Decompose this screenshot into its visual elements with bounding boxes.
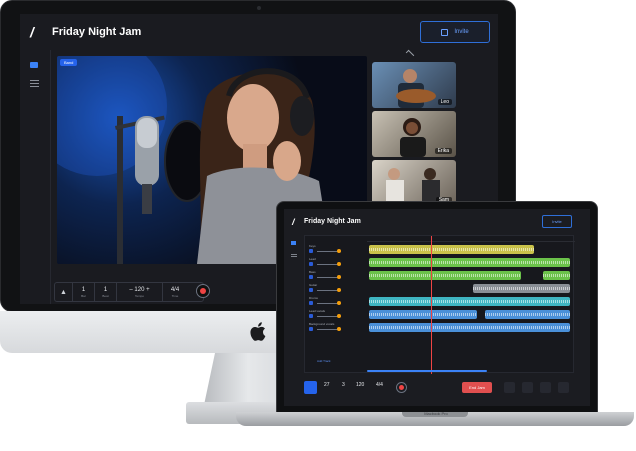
speaker-icon[interactable] bbox=[540, 382, 551, 393]
fader-knob[interactable] bbox=[337, 301, 341, 305]
invite-button[interactable]: Invite bbox=[420, 21, 490, 43]
track-name: Lead bbox=[309, 257, 316, 261]
track-header[interactable]: Lead vocals bbox=[307, 309, 367, 320]
video-icon[interactable] bbox=[291, 241, 296, 245]
track-mute-toggle[interactable] bbox=[309, 288, 313, 292]
sidebar-divider bbox=[50, 50, 51, 304]
time-signature-label: Time bbox=[171, 293, 179, 298]
camera-icon[interactable] bbox=[522, 382, 533, 393]
track-header[interactable]: Drums bbox=[307, 296, 367, 307]
metronome-button[interactable] bbox=[304, 381, 317, 394]
horizontal-scrollbar[interactable] bbox=[367, 370, 487, 372]
macbook-transport: 27 3 120 4/4 End Jam bbox=[304, 379, 584, 399]
audio-clip[interactable] bbox=[369, 258, 570, 267]
bar-value: 1 bbox=[81, 286, 86, 293]
audio-clip[interactable] bbox=[369, 323, 570, 332]
tempo-row: – 120 + bbox=[129, 287, 149, 293]
participant-tile[interactable]: Erika bbox=[372, 111, 456, 157]
microphone-icon[interactable] bbox=[504, 382, 515, 393]
time-signature[interactable]: 4/4 Time bbox=[163, 283, 187, 301]
app-logo-icon: / bbox=[292, 217, 295, 227]
track-header[interactable]: Keys bbox=[307, 244, 367, 255]
track-name: Bass bbox=[309, 270, 316, 274]
track-name: Lead vocals bbox=[309, 309, 326, 313]
beat-label: Beat bbox=[102, 293, 109, 298]
fader-knob[interactable] bbox=[337, 288, 341, 292]
macbook-screen: / Friday Night Jam Invite Keys Lead Bass… bbox=[284, 209, 590, 406]
leave-icon[interactable] bbox=[558, 382, 569, 393]
page-title: Friday Night Jam bbox=[304, 218, 361, 225]
page-title: Friday Night Jam bbox=[52, 26, 142, 38]
tempo-value: 120 bbox=[134, 286, 145, 293]
participant-name: Erika bbox=[434, 148, 452, 154]
video-icon[interactable] bbox=[30, 62, 38, 68]
invite-icon bbox=[441, 28, 449, 36]
time-signature-value: 4/4 bbox=[170, 286, 180, 293]
bar-label: Bar bbox=[81, 293, 86, 298]
audio-clip[interactable] bbox=[369, 310, 477, 319]
timeline-ruler[interactable] bbox=[367, 236, 575, 242]
app-logo-icon: / bbox=[30, 24, 34, 40]
track-name: Background vocals bbox=[309, 322, 335, 326]
fader-knob[interactable] bbox=[337, 275, 341, 279]
audio-clip[interactable] bbox=[369, 245, 534, 254]
tempo-label: Tempo bbox=[134, 293, 144, 298]
audio-clip[interactable] bbox=[369, 271, 521, 280]
metronome-button[interactable]: ▲ bbox=[55, 283, 73, 301]
beat-value: 1 bbox=[103, 286, 108, 293]
audio-clip[interactable] bbox=[485, 310, 570, 319]
tempo-value[interactable]: 120 bbox=[356, 382, 364, 388]
fader-knob[interactable] bbox=[337, 327, 341, 331]
plus-icon[interactable]: + bbox=[144, 287, 150, 293]
transport-controls: ▲ 1 Bar 1 Beat – 120 + Tempo 4/4 Time bbox=[54, 282, 204, 302]
tempo-stepper[interactable]: – 120 + Tempo bbox=[117, 283, 163, 301]
track-name: Keys bbox=[309, 244, 316, 248]
track-mute-toggle[interactable] bbox=[309, 327, 313, 331]
invite-label: Invite bbox=[454, 29, 469, 35]
track-name: Guitar bbox=[309, 283, 318, 287]
audio-clip[interactable] bbox=[473, 284, 570, 293]
chevron-up-icon[interactable] bbox=[405, 49, 415, 59]
track-mute-toggle[interactable] bbox=[309, 275, 313, 279]
live-badge: Band bbox=[60, 59, 78, 66]
camera-dot bbox=[257, 6, 261, 10]
apple-logo-icon bbox=[250, 322, 266, 341]
metronome-icon: ▲ bbox=[60, 288, 67, 296]
fader-knob[interactable] bbox=[337, 249, 341, 253]
add-track-button[interactable]: Add Track bbox=[317, 359, 331, 363]
audio-clip[interactable] bbox=[543, 271, 570, 280]
invite-button[interactable]: Invite bbox=[542, 215, 572, 228]
track-header[interactable]: Background vocals bbox=[307, 322, 367, 333]
track-name: Drums bbox=[309, 296, 318, 300]
bar-value: 27 bbox=[324, 382, 330, 388]
track-mute-toggle[interactable] bbox=[309, 314, 313, 318]
track-header[interactable]: Lead bbox=[307, 257, 367, 268]
playhead[interactable] bbox=[431, 236, 432, 374]
track-header[interactable]: Guitar bbox=[307, 283, 367, 294]
record-button[interactable] bbox=[196, 284, 210, 298]
end-jam-button[interactable]: End Jam bbox=[462, 382, 492, 393]
time-signature-value[interactable]: 4/4 bbox=[376, 382, 383, 388]
fader-knob[interactable] bbox=[337, 262, 341, 266]
macbook-label: Macbook Pro bbox=[424, 411, 448, 416]
track-header[interactable]: Bass bbox=[307, 270, 367, 281]
participant-tile[interactable]: Leo bbox=[372, 62, 456, 108]
participant-tile[interactable]: Sam bbox=[372, 160, 456, 206]
bar-counter: 1 Bar bbox=[73, 283, 95, 301]
record-button[interactable] bbox=[396, 382, 407, 393]
menu-icon[interactable] bbox=[291, 254, 297, 257]
fader-knob[interactable] bbox=[337, 314, 341, 318]
track-arranger: Keys Lead Bass Guitar Drums Lead vocals … bbox=[304, 235, 575, 374]
beat-counter: 1 Beat bbox=[95, 283, 117, 301]
track-mute-toggle[interactable] bbox=[309, 249, 313, 253]
participant-name: Leo bbox=[437, 99, 452, 105]
track-mute-toggle[interactable] bbox=[309, 262, 313, 266]
track-mute-toggle[interactable] bbox=[309, 301, 313, 305]
menu-icon[interactable] bbox=[30, 80, 39, 87]
beat-value: 3 bbox=[342, 382, 345, 388]
audio-clip[interactable] bbox=[369, 297, 570, 306]
